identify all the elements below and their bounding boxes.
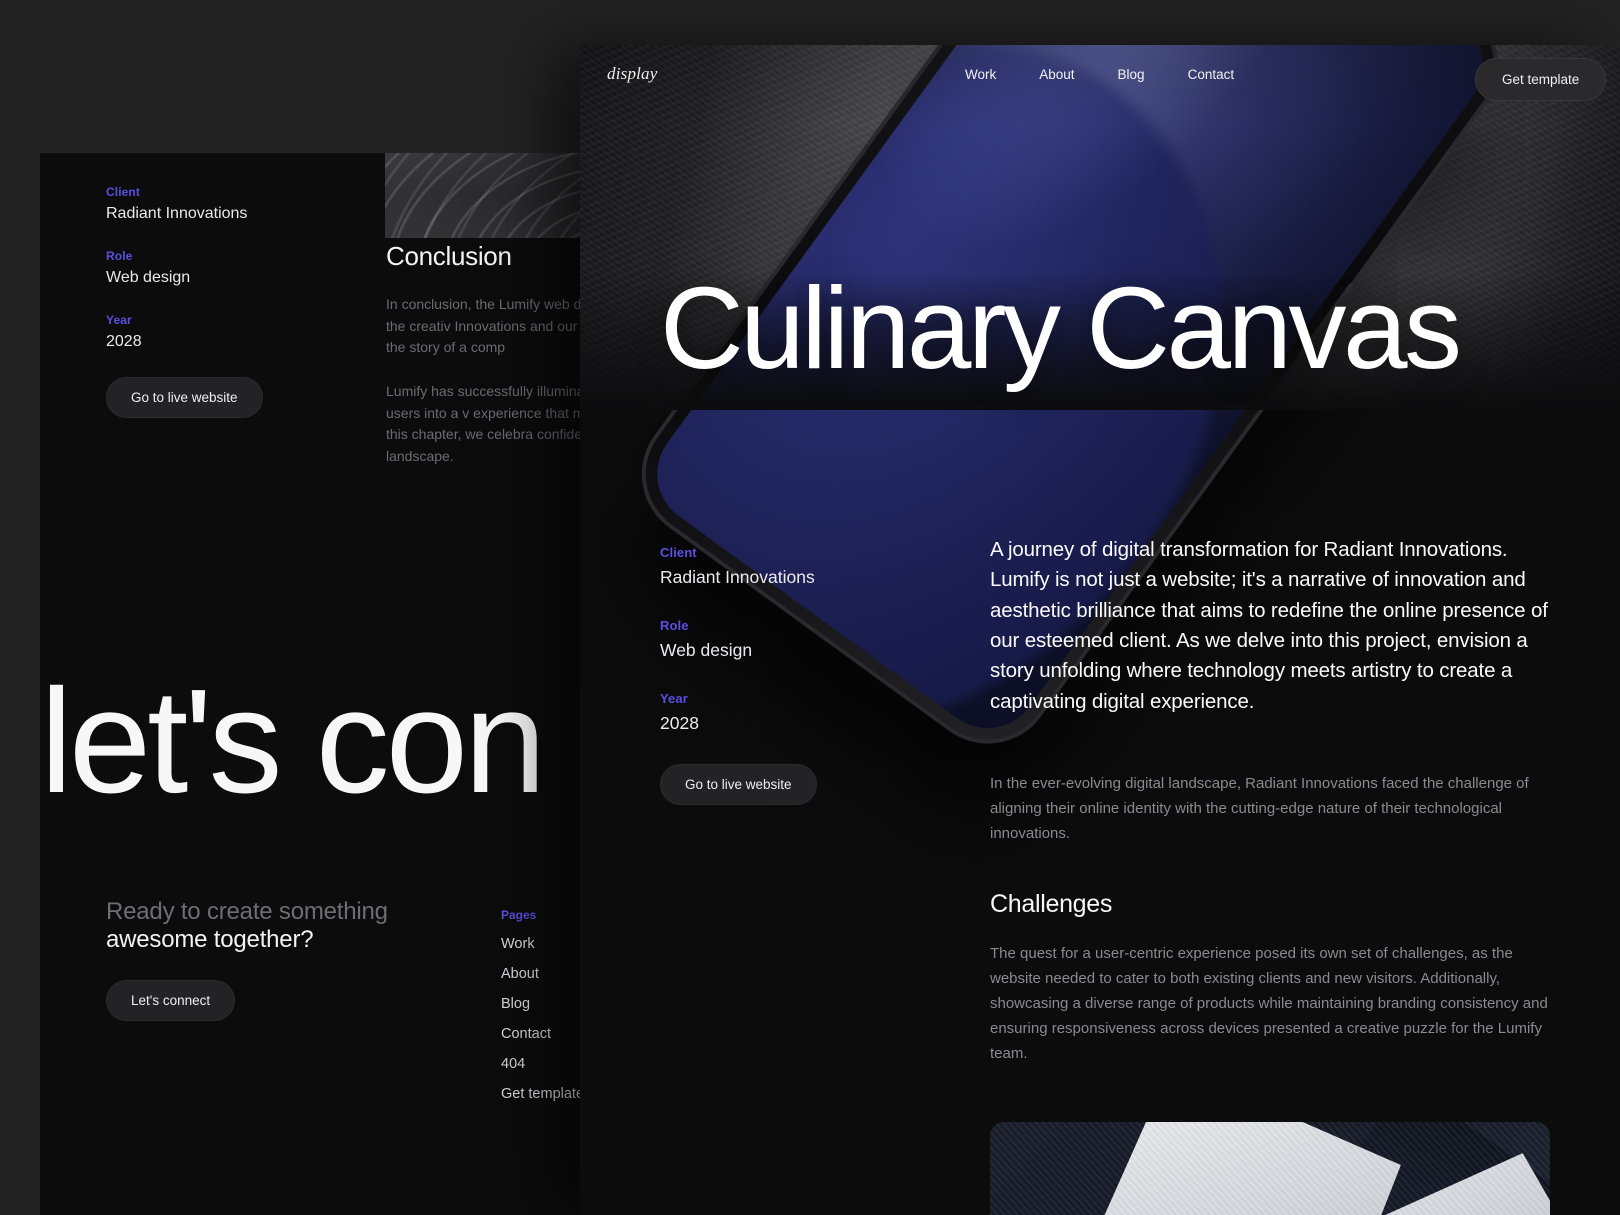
front-meta-item-role: Role Web design bbox=[660, 618, 817, 661]
intro-sub-paragraph: In the ever-evolving digital landscape, … bbox=[990, 774, 1529, 843]
front-article-body: A journey of digital transformation for … bbox=[990, 535, 1550, 1066]
site-navbar bbox=[580, 45, 1620, 109]
back-pages-link-work[interactable]: Work bbox=[501, 936, 584, 952]
front-project-meta-list: Client Radiant Innovations Role Web desi… bbox=[660, 545, 817, 805]
back-lets-connect-button[interactable]: Let's connect bbox=[106, 980, 236, 1021]
screenshot-stage: Client Radiant Innovations Role Web desi… bbox=[0, 0, 1620, 1215]
back-large-display-text: let's con bbox=[40, 659, 546, 824]
back-go-to-live-website-button[interactable]: Go to live website bbox=[106, 377, 263, 418]
back-meta-label-client: Client bbox=[106, 185, 140, 199]
back-meta-label-year: Year bbox=[106, 313, 132, 327]
front-meta-value-role: Web design bbox=[660, 640, 753, 660]
back-pages-link-get-template[interactable]: Get template bbox=[501, 1086, 584, 1102]
back-project-meta-list: Client Radiant Innovations Role Web desi… bbox=[106, 185, 263, 418]
front-meta-value-year: 2028 bbox=[660, 713, 699, 733]
back-meta-label-role: Role bbox=[106, 249, 133, 263]
back-pages-link-404[interactable]: 404 bbox=[501, 1056, 584, 1072]
front-meta-label-role: Role bbox=[660, 618, 689, 633]
figure-texture-overlay bbox=[990, 1122, 1550, 1215]
back-pages-link-contact[interactable]: Contact bbox=[501, 1026, 584, 1042]
challenges-heading: Challenges bbox=[990, 890, 1113, 919]
page-title: Culinary Canvas bbox=[660, 263, 1462, 393]
back-pages-link-about[interactable]: About bbox=[501, 966, 584, 982]
challenges-paragraph: The quest for a user-centric experience … bbox=[990, 945, 1548, 1063]
back-footer-pages-column: Pages Work About Blog Contact 404 Get te… bbox=[501, 908, 584, 1102]
front-meta-label-client: Client bbox=[660, 545, 697, 560]
lead-paragraph: A journey of digital transformation for … bbox=[990, 538, 1548, 713]
back-meta-value-client: Radiant Innovations bbox=[106, 205, 248, 222]
front-meta-item-year: Year 2028 bbox=[660, 691, 817, 734]
front-meta-value-client: Radiant Innovations bbox=[660, 567, 815, 587]
front-meta-label-year: Year bbox=[660, 691, 688, 706]
back-meta-value-role: Web design bbox=[106, 269, 191, 286]
front-meta-item-client: Client Radiant Innovations bbox=[660, 545, 817, 588]
front-go-to-live-website-button[interactable]: Go to live website bbox=[660, 764, 817, 805]
back-meta-item-role: Role Web design bbox=[106, 249, 263, 287]
back-pages-link-blog[interactable]: Blog bbox=[501, 996, 584, 1012]
back-meta-item-year: Year 2028 bbox=[106, 313, 263, 351]
back-meta-item-client: Client Radiant Innovations bbox=[106, 185, 263, 223]
back-meta-value-year: 2028 bbox=[106, 333, 142, 350]
foreground-project-page-card: display Work About Blog Contact Get temp… bbox=[580, 45, 1620, 1215]
back-pages-heading: Pages bbox=[501, 908, 537, 922]
article-figure-image bbox=[990, 1122, 1550, 1215]
